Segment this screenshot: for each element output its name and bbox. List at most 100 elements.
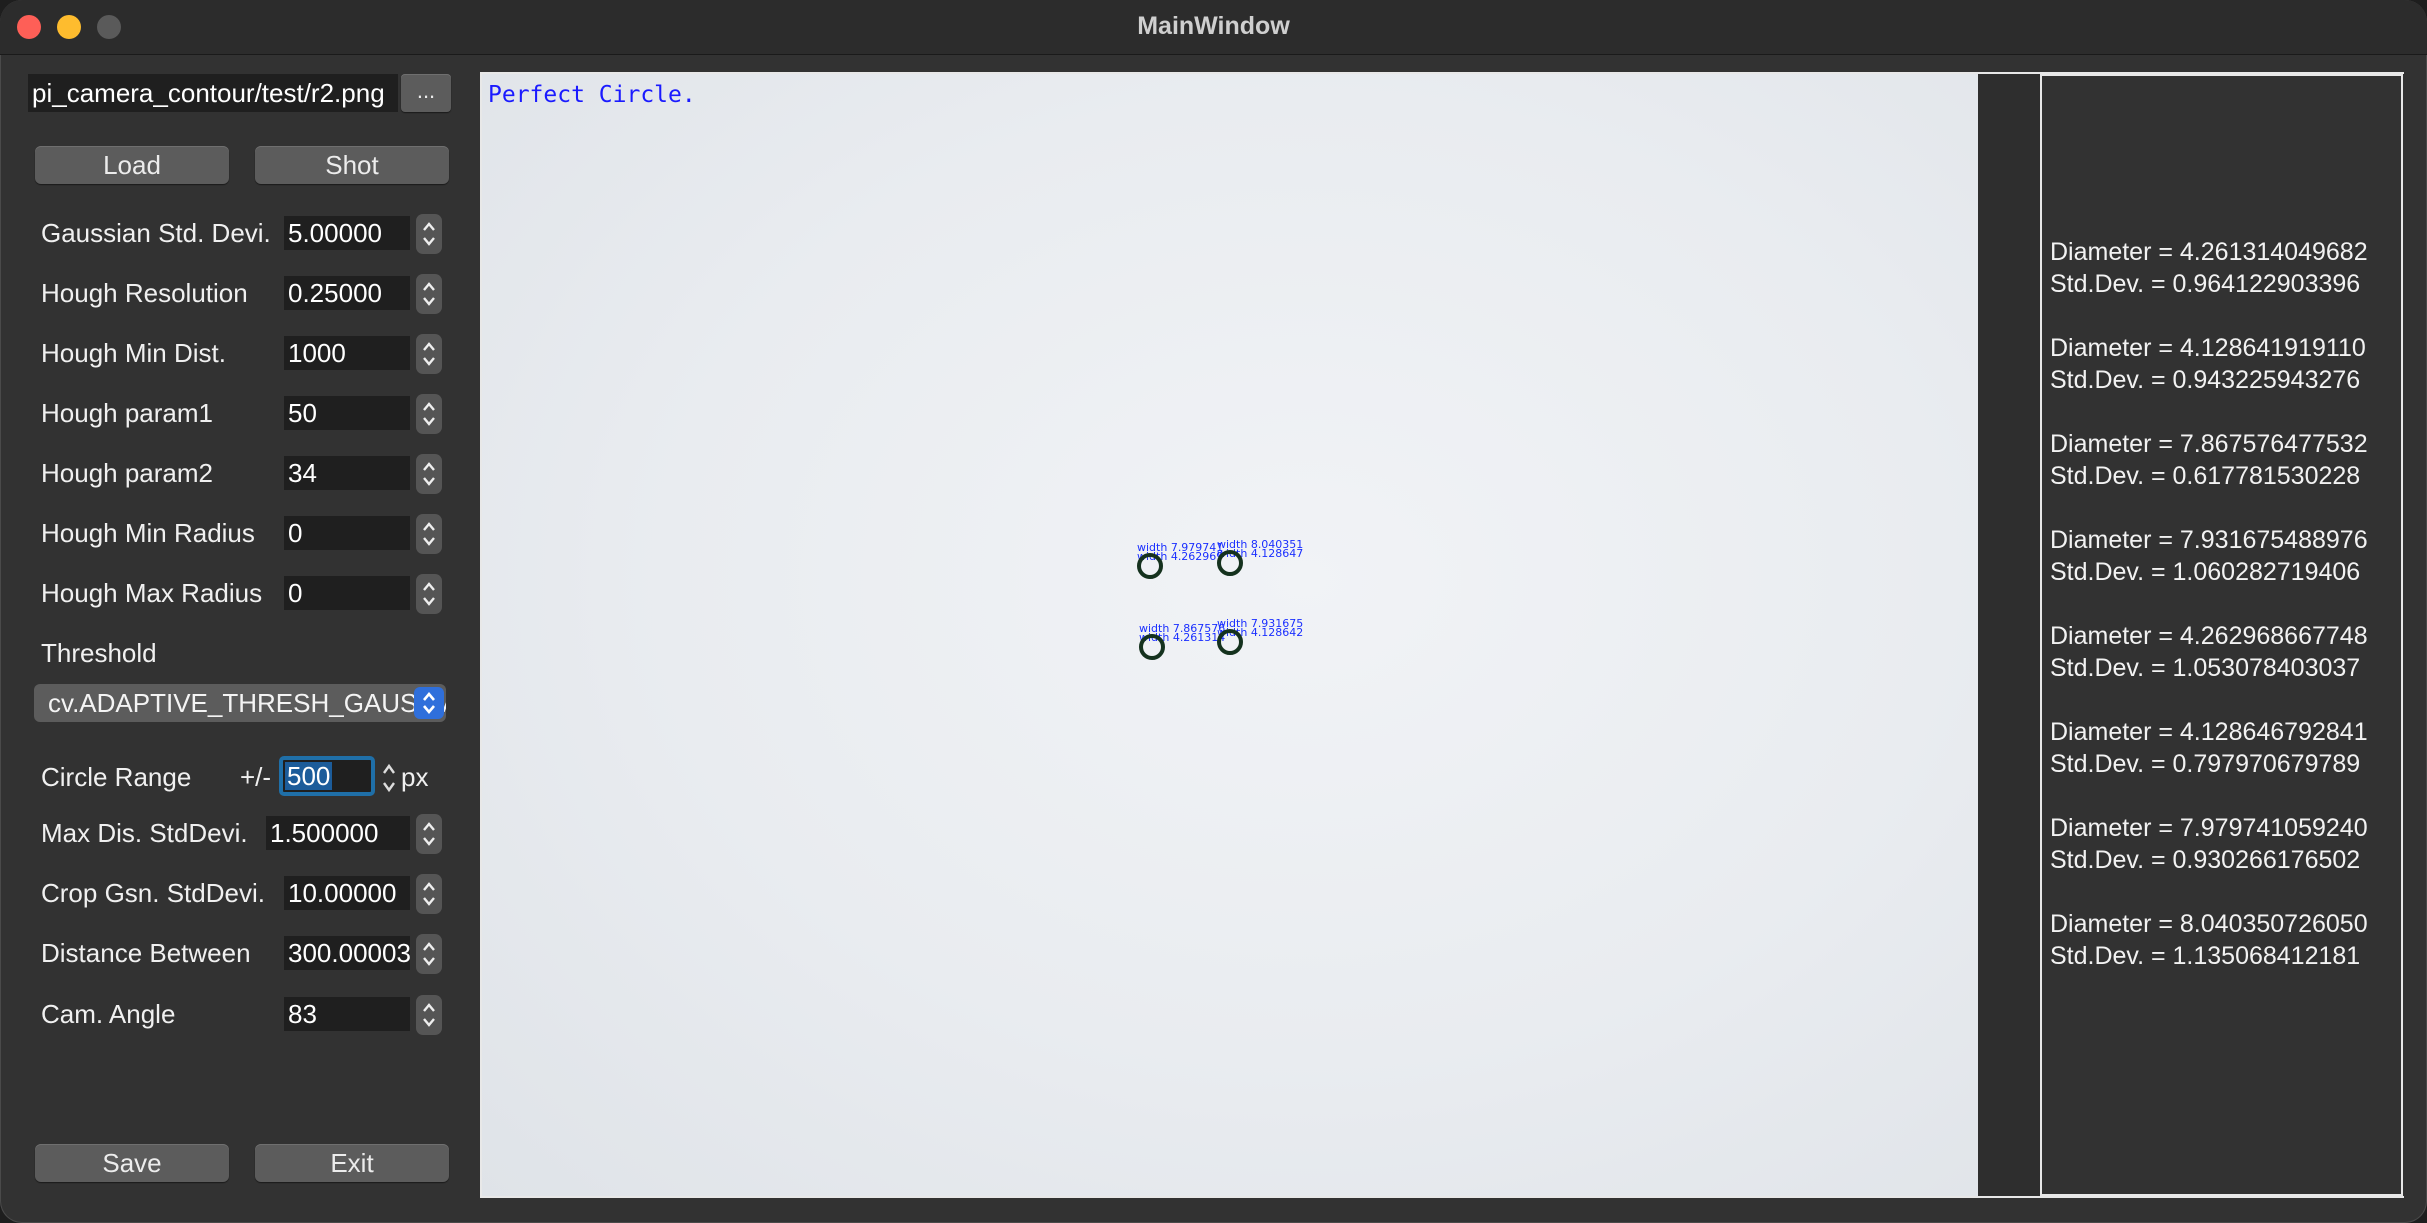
threshold-select[interactable]: cv.ADAPTIVE_THRESH_GAUSSIAN_C (34, 684, 446, 722)
shot-button[interactable]: Shot (255, 146, 449, 184)
max-dis-stddevi-input[interactable]: 1.500000 (266, 816, 410, 850)
result-overlay-text: Perfect Circle. (488, 82, 696, 108)
stepper-icon[interactable] (378, 758, 400, 798)
diameter-text: Diameter = 7.931675488976 (2050, 526, 2368, 554)
stepper-icon[interactable] (416, 214, 442, 254)
hough-min-dist-input[interactable]: 1000 (284, 336, 410, 370)
param-row-hough-resolution: Hough Resolution 0.25000 (0, 274, 470, 314)
stepper-icon[interactable] (416, 814, 442, 854)
param-row-hough-param1: Hough param1 50 (0, 394, 470, 434)
circle-range-value: 500 (285, 761, 333, 791)
detected-circle (1217, 550, 1243, 576)
stddev-text: Std.Dev. = 1.135068412181 (2050, 942, 2361, 970)
stddev-text: Std.Dev. = 0.943225943276 (2050, 366, 2361, 394)
param-row-hough-min-radius: Hough Min Radius 0 (0, 514, 470, 554)
param-row-cam-angle: Cam. Angle 83 (0, 995, 470, 1035)
circle-range-input[interactable]: 500 (279, 756, 375, 796)
diameter-text: Diameter = 8.040350726050 (2050, 910, 2368, 938)
result-item: Diameter = 4.128646792841 Std.Dev. = 0.7… (2050, 716, 2368, 780)
stepper-icon[interactable] (416, 574, 442, 614)
result-item: Diameter = 4.261314049682 Std.Dev. = 0.9… (2050, 236, 2368, 300)
detected-circle (1137, 553, 1163, 579)
param-row-hough-param2: Hough param2 34 (0, 454, 470, 494)
circle-range-label: Circle Range (41, 762, 192, 792)
param-row-hough-max-radius: Hough Max Radius 0 (0, 574, 470, 614)
result-item: Diameter = 7.931675488976 Std.Dev. = 1.0… (2050, 524, 2368, 588)
hough-param1-input[interactable]: 50 (284, 396, 410, 430)
exit-button[interactable]: Exit (255, 1144, 449, 1182)
hough-resolution-input[interactable]: 0.25000 (284, 276, 410, 310)
hough-param2-input[interactable]: 34 (284, 456, 410, 490)
param-row-hough-min-dist: Hough Min Dist. 1000 (0, 334, 470, 374)
stepper-icon[interactable] (416, 874, 442, 914)
diameter-text: Diameter = 4.128646792841 (2050, 718, 2368, 746)
browse-button[interactable]: ... (401, 74, 451, 112)
detected-circle (1217, 629, 1243, 655)
stepper-icon[interactable] (416, 334, 442, 374)
title-bar: MainWindow (0, 0, 2427, 55)
stddev-text: Std.Dev. = 1.053078403037 (2050, 654, 2361, 682)
load-button[interactable]: Load (35, 146, 229, 184)
stepper-icon[interactable] (416, 514, 442, 554)
param-row-distance-between: Distance Between 300.00003 (0, 934, 470, 974)
circle-range-row: Circle Range +/- 500 px (0, 754, 470, 798)
result-item: Diameter = 4.262968667748 Std.Dev. = 1.0… (2050, 620, 2368, 684)
param-label: Hough param2 (41, 458, 213, 488)
threshold-selected-value: cv.ADAPTIVE_THRESH_GAUSSIAN_C (48, 688, 446, 718)
diameter-text: Diameter = 7.979741059240 (2050, 814, 2368, 842)
result-item: Diameter = 7.867576477532 Std.Dev. = 0.6… (2050, 428, 2368, 492)
stddev-text: Std.Dev. = 0.930266176502 (2050, 846, 2361, 874)
stepper-icon[interactable] (416, 995, 442, 1035)
distance-between-input[interactable]: 300.00003 (284, 936, 410, 970)
diameter-text: Diameter = 4.262968667748 (2050, 622, 2368, 650)
param-label: Max Dis. StdDevi. (41, 818, 248, 848)
view-border-left (480, 72, 482, 1198)
param-row-max-dis-stddevi: Max Dis. StdDevi. 1.500000 (0, 814, 470, 854)
result-item: Diameter = 7.979741059240 Std.Dev. = 0.9… (2050, 812, 2368, 876)
window-title: MainWindow (1137, 12, 1290, 40)
cam-angle-input[interactable]: 83 (284, 997, 410, 1031)
stddev-text: Std.Dev. = 0.617781530228 (2050, 462, 2361, 490)
param-label: Hough Min Dist. (41, 338, 226, 368)
save-button[interactable]: Save (35, 1144, 229, 1182)
chevron-up-down-icon (414, 687, 444, 719)
result-item: Diameter = 4.128641919110 Std.Dev. = 0.9… (2050, 332, 2366, 396)
param-label: Hough Resolution (41, 278, 248, 308)
param-label: Cam. Angle (41, 999, 176, 1029)
hough-max-radius-input[interactable]: 0 (284, 576, 410, 610)
plus-minus-label: +/- (240, 762, 272, 792)
diameter-text: Diameter = 7.867576477532 (2050, 430, 2368, 458)
results-panel[interactable]: Diameter = 4.261314049682 Std.Dev. = 0.9… (2040, 74, 2403, 1196)
gaussian-std-input[interactable]: 5.00000 (284, 216, 410, 250)
param-row-crop-gsn-stddevi: Crop Gsn. StdDevi. 10.00000 (0, 874, 470, 914)
image-margin (1978, 74, 2040, 1196)
image-view: Perfect Circle. width 7.979741 width 4.2… (482, 74, 1978, 1196)
unit-label: px (401, 762, 429, 792)
param-label: Gaussian Std. Devi. (41, 218, 271, 248)
stepper-icon[interactable] (416, 454, 442, 494)
detected-circle (1139, 634, 1165, 660)
param-label: Hough param1 (41, 398, 213, 428)
diameter-text: Diameter = 4.128641919110 (2050, 334, 2366, 362)
stepper-icon[interactable] (416, 934, 442, 974)
file-path-input[interactable]: pi_camera_contour/test/r2.png (28, 74, 398, 112)
result-item: Diameter = 8.040350726050 Std.Dev. = 1.1… (2050, 908, 2368, 972)
control-panel: pi_camera_contour/test/r2.png ... Load S… (0, 54, 470, 1223)
param-label: Hough Max Radius (41, 578, 263, 608)
diameter-text: Diameter = 4.261314049682 (2050, 238, 2368, 266)
stepper-icon[interactable] (416, 394, 442, 434)
param-label: Hough Min Radius (41, 518, 255, 548)
param-label: Distance Between (41, 938, 251, 968)
param-row-gaussian: Gaussian Std. Devi. 5.00000 (0, 214, 470, 254)
hough-min-radius-input[interactable]: 0 (284, 516, 410, 550)
crop-gsn-stddevi-input[interactable]: 10.00000 (284, 876, 410, 910)
param-label: Crop Gsn. StdDevi. (41, 878, 265, 908)
view-border-bottom (480, 1196, 2404, 1198)
main-window: MainWindow pi_camera_contour/test/r2.png… (0, 0, 2427, 1223)
threshold-label: Threshold (41, 638, 157, 668)
stddev-text: Std.Dev. = 0.964122903396 (2050, 270, 2361, 298)
stepper-icon[interactable] (416, 274, 442, 314)
threshold-row: Threshold (0, 634, 470, 674)
stddev-text: Std.Dev. = 0.797970679789 (2050, 750, 2361, 778)
view-border-top (480, 72, 2404, 74)
